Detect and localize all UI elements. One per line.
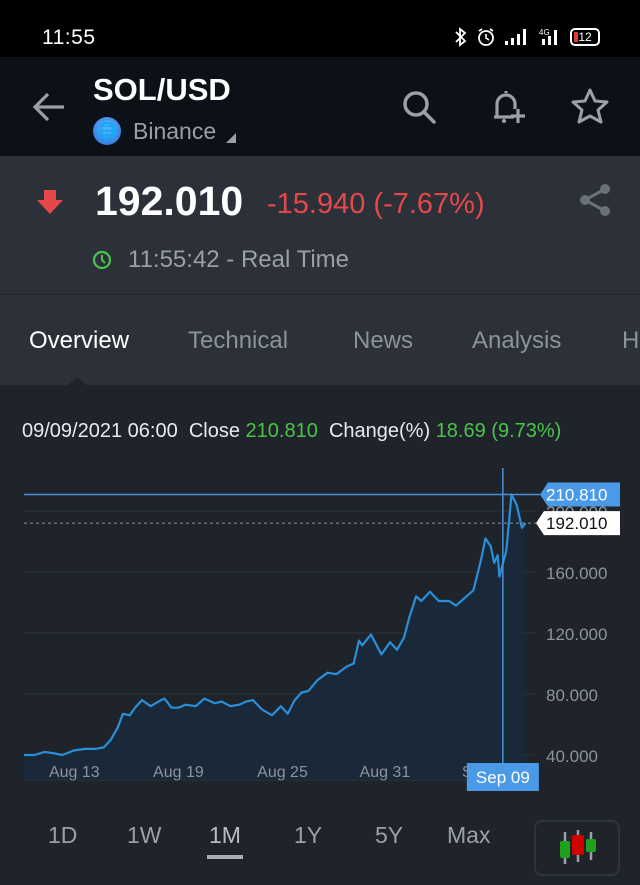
range-5y[interactable]: 5Y (375, 822, 403, 849)
candlestick-icon (560, 830, 596, 864)
crosshair-info: 09/09/2021 06:00 Close 210.810 Change(%)… (22, 420, 561, 443)
status-bar: 11:55 4G 12 (0, 0, 640, 57)
signal-icon (505, 29, 526, 45)
chart-type-button[interactable] (534, 820, 620, 876)
star-icon[interactable] (568, 85, 612, 129)
tab-news[interactable]: News (353, 327, 413, 355)
close-value: 210.810 (245, 420, 318, 442)
add-alert-icon[interactable] (486, 85, 530, 129)
crosshair-y-label-text: 210.810 (546, 486, 607, 505)
battery-icon: 12 (570, 28, 600, 46)
last-price-label-text: 192.010 (546, 514, 607, 533)
crosshair-y-label: 210.810 (540, 482, 620, 507)
last-price-label: 192.010 (536, 511, 620, 536)
x-tick-label: Aug 31 (360, 764, 411, 781)
search-icon[interactable] (397, 85, 441, 129)
tab-bar: Overview Technical News Analysis H (0, 295, 640, 385)
down-arrow-icon (37, 190, 63, 214)
change-label: Change(%) (328, 420, 431, 442)
range-1d[interactable]: 1D (48, 822, 77, 849)
x-tick-label: Aug 25 (257, 764, 308, 781)
signal-4g-icon: 4G (539, 28, 557, 45)
y-tick-label: 40.000 (546, 747, 598, 766)
active-tab-indicator (68, 377, 86, 385)
change-value: 18.69 (9.73%) (435, 420, 562, 442)
bluetooth-icon (455, 27, 467, 47)
last-price: 192.010 (95, 178, 244, 224)
share-icon[interactable] (578, 182, 612, 218)
range-1m[interactable]: 1M (207, 822, 243, 859)
clock-icon (92, 250, 112, 270)
area-fill (24, 494, 526, 780)
alarm-icon (478, 28, 494, 46)
tab-overview[interactable]: Overview (29, 327, 129, 355)
exchange-selector[interactable]: 🌐 Binance (93, 117, 237, 145)
status-time: 11:55 (42, 26, 96, 49)
crosshair-x-label-text: Sep 09 (476, 768, 530, 787)
x-tick-label: Aug 13 (49, 764, 100, 781)
x-tick-label: Aug 19 (153, 764, 204, 781)
y-tick-label: 120.000 (546, 625, 607, 644)
close-label: Close (188, 420, 240, 442)
crosshair-datetime: 09/09/2021 06:00 (22, 420, 178, 442)
range-selector: 1D 1W 1M 1Y 5Y Max (0, 800, 640, 885)
realtime-text: 11:55:42 - Real Time (128, 246, 350, 273)
range-max[interactable]: Max (447, 822, 490, 849)
range-1y[interactable]: 1Y (294, 822, 322, 849)
instrument-title: SOL/USD (93, 72, 231, 107)
y-axis-ticks: 40.00080.000120.000160.000200.000 (546, 503, 607, 766)
crosshair-x-label: Sep 09 (466, 763, 539, 791)
dropdown-triangle-icon (226, 133, 237, 143)
battery-level: 12 (578, 30, 592, 44)
tab-analysis[interactable]: Analysis (472, 327, 561, 355)
status-icons: 4G 12 (454, 27, 600, 47)
tab-technical[interactable]: Technical (188, 327, 288, 355)
range-1w[interactable]: 1W (127, 822, 162, 849)
globe-icon: 🌐 (93, 117, 121, 145)
app-bar: SOL/USD 🌐 Binance (0, 57, 640, 156)
tab-overflow[interactable]: H (622, 327, 639, 355)
quote-panel: 192.010 -15.940 (-7.67%) 11:55:42 - Real… (0, 156, 640, 295)
price-change: -15.940 (-7.67%) (267, 188, 485, 220)
exchange-name: Binance (133, 117, 217, 144)
y-tick-label: 80.000 (546, 686, 598, 705)
realtime-status: 11:55:42 - Real Time (92, 246, 349, 274)
y-tick-label: 160.000 (546, 564, 607, 583)
back-arrow-icon[interactable] (30, 87, 70, 127)
price-chart[interactable]: 40.00080.000120.000160.000200.000 Aug 13… (0, 460, 640, 800)
svg-text:4G: 4G (539, 28, 550, 37)
